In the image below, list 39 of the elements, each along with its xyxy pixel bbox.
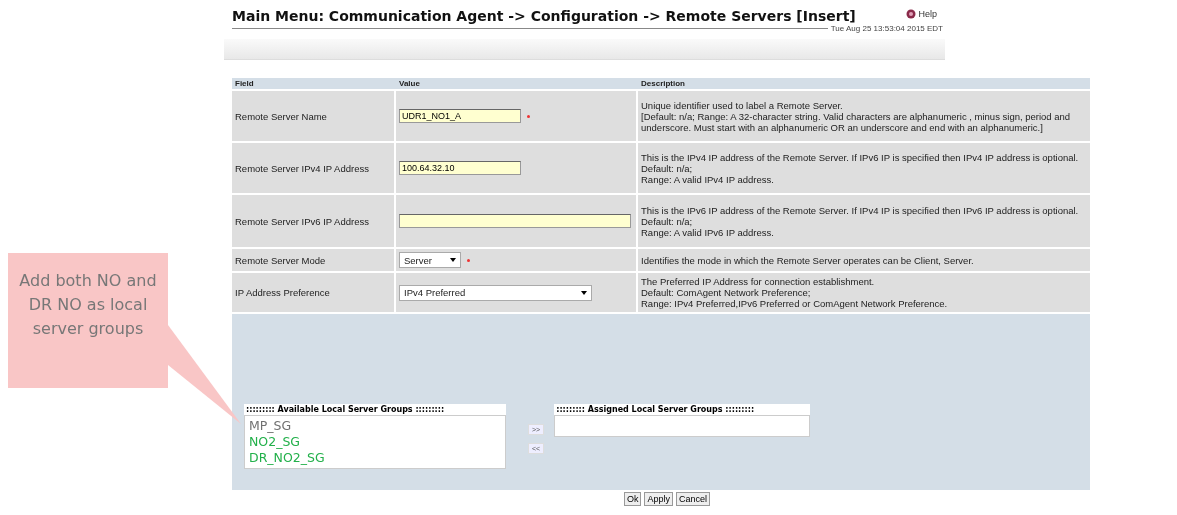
description-text: Range: A valid IPv4 IP address. — [641, 173, 775, 185]
description-text: Default: ComAgent Network Preference; — [641, 287, 812, 298]
field-label: Remote Server Mode — [232, 249, 396, 271]
column-header: Description — [638, 78, 1090, 89]
description-text: The Preferred IP Address for connection establishment. — [641, 276, 876, 287]
list-title: ::::::::: Available Local Server Groups ::::::::: — [244, 404, 506, 415]
column-header: Field — [232, 78, 396, 89]
callout-note: Add both NO and DR NO as local server groups — [8, 253, 168, 388]
text-field[interactable] — [399, 214, 631, 228]
description-text: Default: n/a; — [641, 162, 694, 174]
description-text: This is the IPv6 IP address of the Remote Server. If IPv4 IP is specified then IPv6 IP address is optional. — [641, 204, 1080, 216]
field-label: Remote Server IPv4 IP Address — [232, 143, 396, 193]
form-button[interactable]: Apply — [644, 492, 673, 506]
field-label: IP Address Preference — [232, 273, 396, 312]
list-item[interactable]: MP_SG — [249, 418, 501, 434]
timestamp: Tue Aug 25 13:53:04 2015 EDT — [830, 24, 943, 33]
description-text: [Default: n/a; Range: A 32-character string. Valid characters are alphanumeric , minus sign, period and underscore. Must start with an alphanumeric OR an underscore and end with an alphanumeric.] — [641, 110, 1072, 133]
form-button[interactable]: Cancel — [676, 492, 710, 506]
text-field[interactable]: 100.64.32.10 — [399, 161, 521, 175]
dropdown[interactable]: Server — [399, 252, 461, 268]
help-icon — [906, 9, 917, 19]
form-button[interactable]: Ok — [623, 492, 642, 506]
caret-icon — [450, 258, 456, 262]
description-text: Range: IPv4 Preferred,IPv6 Preferred or ComAgent Network Preference. — [641, 298, 949, 309]
description-text: Unique identifier used to label a Remote Server. — [641, 99, 844, 111]
page-title: Main Menu: Communication Agent -> Configuration -> Remote Servers [Insert] — [232, 7, 856, 24]
help-link[interactable]: Help — [906, 9, 937, 19]
field-label: Remote Server Name — [232, 91, 396, 141]
group-list[interactable]: MP_SG NO2_SG DR_NO2_SG — [244, 415, 506, 469]
caret-icon — [581, 290, 587, 295]
description-text: This is the IPv4 IP address of the Remote Server. If IPv6 IP is specified then IPv4 IP address is optional. — [641, 151, 1080, 163]
description-text: Identifies the mode in which the Remote Server operates can be Client, Server. — [641, 254, 975, 266]
description-text: Range: A valid IPv6 IP address. — [641, 226, 775, 238]
list-title: ::::::::: Assigned Local Server Groups ::::::::: — [554, 404, 811, 415]
column-header: Value — [396, 78, 638, 89]
dropdown[interactable]: IPv4 Preferred — [399, 284, 592, 301]
description-text: Default: n/a; — [641, 215, 694, 227]
field-label: Remote Server IPv6 IP Address — [232, 195, 396, 247]
text-field[interactable]: UDR1_NO1_A — [399, 109, 521, 123]
